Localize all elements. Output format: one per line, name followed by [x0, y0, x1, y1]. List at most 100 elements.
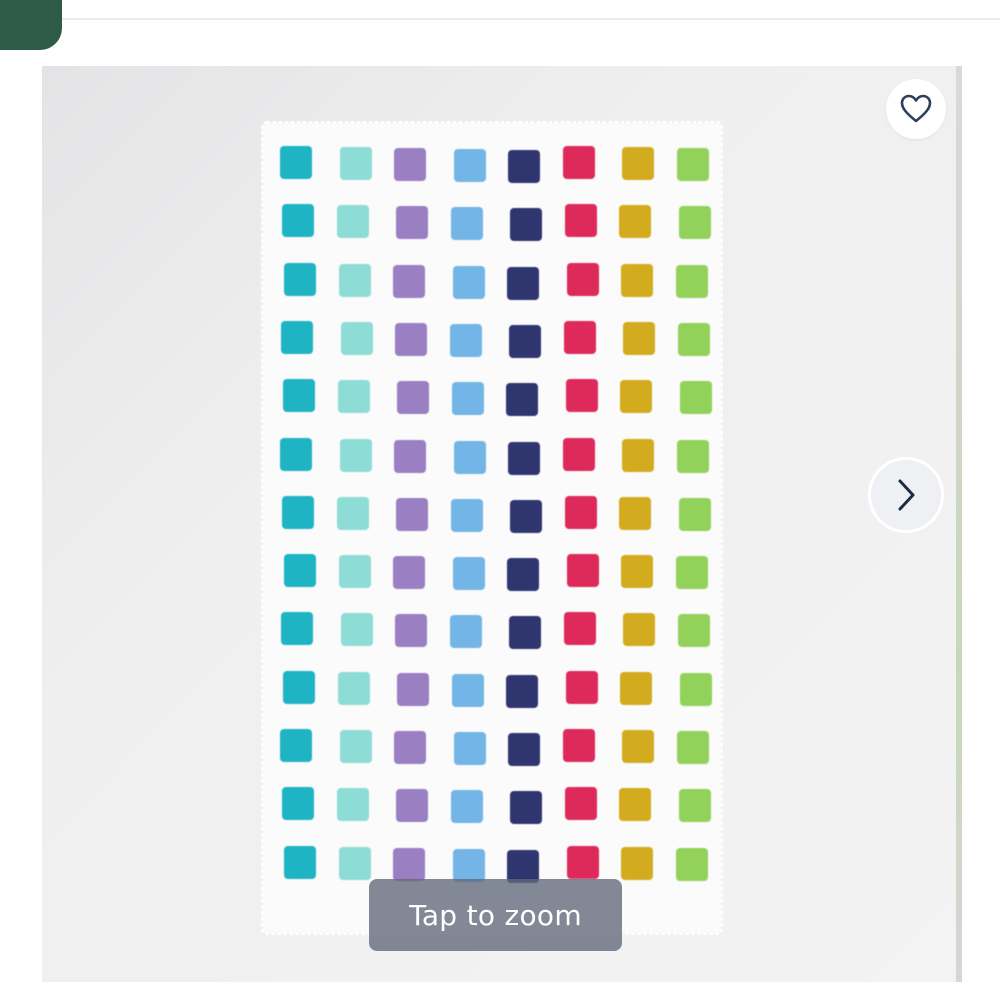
- rug-square-turquoise: [280, 437, 312, 471]
- rug-square-turquoise: [284, 845, 316, 879]
- rug-square-navy: [507, 558, 539, 592]
- rug-square-sky-blue: [449, 615, 482, 649]
- rug-square-lavender: [394, 731, 426, 764]
- next-image-button[interactable]: [868, 457, 944, 533]
- rug-square-mustard: [619, 788, 651, 822]
- rug-square-lime: [676, 439, 709, 473]
- rug-square-lavender: [394, 148, 426, 181]
- rug-square-lavender: [393, 264, 425, 298]
- rug-square-lime: [676, 731, 709, 764]
- rug-square-turquoise: [282, 204, 314, 238]
- favorite-button[interactable]: [886, 79, 946, 139]
- rug-square-mustard: [621, 555, 653, 589]
- rug-square-aqua: [339, 438, 372, 472]
- rug-square-lime: [676, 148, 709, 181]
- tap-to-zoom-label: Tap to zoom: [409, 898, 582, 932]
- heart-icon: [900, 94, 932, 123]
- rug-square-mustard: [619, 205, 651, 239]
- rug-square-sky-blue: [453, 440, 486, 474]
- rug-square-sky-blue: [453, 149, 486, 182]
- rug-square-lime: [678, 206, 711, 240]
- rug-square-navy: [506, 674, 538, 708]
- rug-square-magenta: [565, 379, 598, 413]
- rug-square-navy: [510, 499, 542, 533]
- rug-square-turquoise: [283, 670, 315, 704]
- rug-square-navy: [508, 441, 540, 475]
- rug-square-mustard: [623, 321, 655, 355]
- rug-square-sky-blue: [449, 323, 482, 357]
- rug-square-lavender: [395, 614, 427, 648]
- rug-square-lavender: [397, 672, 429, 706]
- rug-square-aqua: [336, 205, 369, 239]
- rug-square-aqua: [338, 846, 371, 880]
- rug-square-lime: [675, 556, 708, 590]
- rug-square-aqua: [339, 730, 372, 763]
- rug-square-magenta: [562, 729, 595, 762]
- rug-square-lime: [679, 672, 712, 706]
- rug-square-aqua: [340, 613, 373, 647]
- rug-square-mustard: [622, 147, 654, 180]
- rug-square-magenta: [566, 262, 599, 296]
- rug-square-lime: [677, 322, 710, 356]
- rug-square-magenta: [563, 320, 596, 354]
- rug-square-sky-blue: [450, 207, 483, 241]
- chevron-right-icon: [898, 479, 915, 511]
- rug-square-turquoise: [281, 612, 313, 646]
- rug-square-lime: [675, 847, 708, 881]
- rug-square-turquoise: [283, 379, 315, 413]
- rug-square-navy: [508, 150, 540, 183]
- rug-square-sky-blue: [450, 498, 483, 532]
- rug-square-aqua: [337, 380, 370, 414]
- rug-square-navy: [509, 324, 541, 358]
- rug-square-magenta: [562, 146, 595, 179]
- rug-square-lavender: [396, 789, 428, 823]
- rug-square-turquoise: [282, 495, 314, 529]
- product-image-gallery[interactable]: [42, 66, 956, 982]
- rug-square-lime: [678, 497, 711, 531]
- rug-square-sky-blue: [452, 848, 485, 882]
- rug-square-lime: [679, 381, 712, 415]
- rug-square-turquoise: [284, 262, 316, 296]
- rug-square-turquoise: [280, 729, 312, 762]
- rug-square-navy: [510, 791, 542, 825]
- rug-square-navy: [508, 733, 540, 766]
- rug-square-navy: [510, 208, 542, 242]
- rug-square-aqua: [339, 147, 372, 180]
- rug-square-sky-blue: [450, 790, 483, 824]
- rug-square-mustard: [621, 846, 653, 880]
- rug-square-aqua: [338, 555, 371, 589]
- rug-square-lime: [678, 789, 711, 823]
- rug-square-lavender: [393, 556, 425, 590]
- brand-corner-tab[interactable]: [0, 0, 62, 50]
- rug-square-mustard: [623, 613, 655, 647]
- rug-square-sky-blue: [451, 382, 484, 416]
- rug-square-turquoise: [284, 554, 316, 588]
- tap-to-zoom-hint[interactable]: Tap to zoom: [369, 879, 622, 951]
- rug-square-mustard: [620, 380, 652, 414]
- rug-square-magenta: [565, 670, 598, 704]
- rug-square-lavender: [393, 847, 425, 881]
- rug-square-lavender: [394, 439, 426, 473]
- rug-square-lime: [675, 264, 708, 298]
- rug-square-mustard: [622, 438, 654, 472]
- rug-square-navy: [509, 616, 541, 650]
- rug-square-magenta: [562, 437, 595, 471]
- rug-square-mustard: [620, 671, 652, 705]
- product-page: Tap to zoom: [0, 0, 1000, 1000]
- product-image-bath-rug[interactable]: [261, 121, 723, 935]
- rug-square-aqua: [336, 788, 369, 822]
- rug-square-lavender: [395, 322, 427, 356]
- rug-square-magenta: [566, 845, 599, 879]
- next-image-peek: [956, 66, 962, 982]
- rug-square-sky-blue: [452, 557, 485, 591]
- rug-square-magenta: [566, 554, 599, 588]
- rug-square-navy: [506, 383, 538, 417]
- rug-square-turquoise: [281, 320, 313, 354]
- rug-square-navy: [507, 849, 539, 883]
- rug-square-magenta: [564, 495, 597, 529]
- rug-square-sky-blue: [451, 673, 484, 707]
- rug-square-turquoise: [282, 787, 314, 821]
- rug-square-mustard: [619, 496, 651, 530]
- rug-square-lavender: [396, 206, 428, 240]
- rug-square-mustard: [622, 730, 654, 763]
